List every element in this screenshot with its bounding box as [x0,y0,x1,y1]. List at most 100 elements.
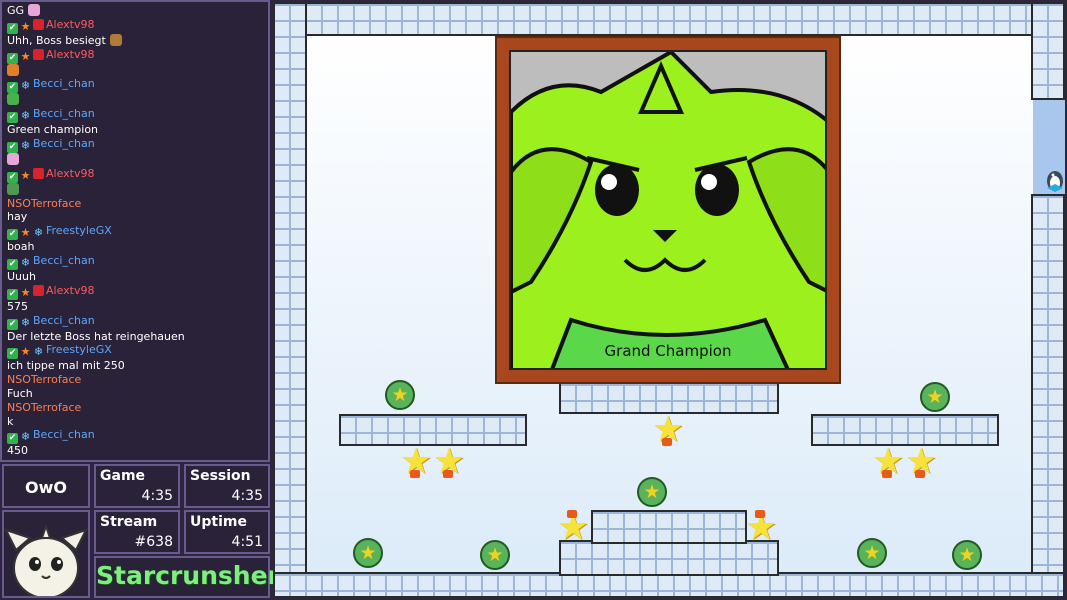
stream-number-label: Stream [100,514,158,530]
chat-emote-line [7,152,263,167]
session-time-panel: Session 4:35 [184,464,270,508]
mascot-avatar [4,522,88,596]
chat-emote-line [7,182,263,197]
game-time-panel: Game 4:35 [94,464,180,508]
chat-emote-icon [109,33,122,46]
owo-panel: OwO [2,464,90,508]
game-title-panel: Starcrunsher [94,556,280,598]
avatar-panel [2,510,90,598]
verified-badge-icon: ✔ [7,318,18,330]
chat-username[interactable]: NSOTerroface [7,401,81,414]
snowflake-badge-icon: ❄ [20,315,31,329]
snowflake-badge-icon: ❄ [20,79,31,93]
chat-message: Fuch [7,387,263,401]
chat-emote-icon [7,63,19,76]
chat-username[interactable]: Becci_chan [33,137,95,150]
chat-username[interactable]: Alextv98 [46,18,95,31]
star-flame [567,510,577,518]
chat-message-text: GG [7,4,25,17]
chat-username[interactable]: Becci_chan [33,428,95,441]
penguin-player-icon [1047,171,1063,192]
session-time-value: 4:35 [231,488,263,504]
uptime-label: Uptime [190,514,247,530]
chat-user-line: ✔★❄FreestyleGX [7,343,263,360]
chat-message-text: ich tippe mal mit 250 [7,359,125,373]
chat-username[interactable]: Becci_chan [33,254,95,267]
chat-username[interactable]: Becci_chan [33,77,95,90]
verified-badge-icon: ✔ [7,348,18,360]
chat-username[interactable]: FreestyleGX [46,224,112,237]
game-time-value: 4:35 [141,488,173,504]
snowflake-badge-icon: ❄ [20,138,31,152]
chat-user-line: NSOTerroface [7,197,263,211]
star-badge-icon: ★ [20,461,31,462]
snowflake-badge-icon: ❄ [20,109,31,123]
chat-message-text: Fuch [7,386,33,400]
chat-user-line: ✔★❄FreestyleGX [7,458,263,462]
chat-username[interactable]: NSOTerroface [7,373,81,386]
chat-user-line: NSOTerroface [7,373,263,387]
gift-badge-icon [33,284,44,296]
verified-badge-icon: ✔ [7,22,18,34]
chat-emote-icon [7,93,19,106]
uptime-panel: Uptime 4:51 [184,510,270,554]
chat-username[interactable]: Becci_chan [33,107,95,120]
chat-message-text: hay [7,210,28,224]
chat-panel: GG ✔ ★ Alextv98 Uhh, Boss besiegt ✔ ★ Alextv98 ✔… [0,0,270,462]
chat-message: 575 [7,300,263,314]
chat-username[interactable]: Alextv98 [46,284,95,297]
chat-user-line: ✔ ★ Alextv98 [7,167,263,183]
chat-username[interactable]: FreestyleGX [46,343,112,356]
right-wall-lower [1031,194,1065,598]
chat-message: ich tippe mal mit 250 [7,359,263,373]
chat-emote-icon [28,4,41,16]
chat-message-text: Der letzte Boss hat reingehauen [7,329,185,343]
snowflake-badge-icon: ❄ [20,430,31,444]
chat-emote-icon [7,182,19,195]
verified-badge-icon: ✔ [7,288,18,300]
chat-user-line: ✔ ❄ Becci_chan [7,107,263,124]
chat-message: Uhh, Boss besiegt [7,33,263,48]
chat-user-line: NSOTerroface [7,401,263,415]
chat-username[interactable]: Alextv98 [46,167,95,180]
snowflake-badge-icon: ❄ [33,461,44,462]
game-viewport: Grand Champion ★ ★ ★ ★ ★ ★ ★ ★ ★ ★ ★ ★ ★… [273,2,1065,598]
verified-badge-icon: ✔ [7,258,18,270]
session-time-label: Session [190,468,251,484]
chat-message-text: boah [7,240,35,254]
chat-message: 450 [7,444,263,458]
chat-username[interactable]: Becci_chan [33,314,95,327]
gift-badge-icon [33,18,44,30]
chat-emote-line [7,63,263,78]
stream-number-panel: Stream #638 [94,510,180,554]
chat-username[interactable]: Alextv98 [46,48,95,61]
chat-message: Der letzte Boss hat reingehauen [7,330,263,344]
chat-emote-icon [7,152,19,165]
verified-badge-icon: ✔ [7,433,18,445]
verified-badge-icon: ✔ [7,112,18,124]
snowflake-badge-icon: ❄ [20,255,31,269]
portrait-caption: Grand Champion [604,342,732,360]
star-flame [410,470,420,478]
center-mound-top [591,510,747,544]
chat-username[interactable]: NSOTerroface [7,197,81,210]
left-wall [273,2,307,598]
chat-username[interactable]: FreestyleGX [46,458,112,460]
chat-emote-line [7,93,263,107]
star-badge-icon: ★ [20,168,31,182]
chat-user-line: ✔ ★ Alextv98 [7,18,263,34]
chat-user-line: ✔ ❄ Becci_chan [7,314,263,330]
champion-creature [511,52,825,368]
chat-user-line: ✔ ❄ Becci_chan [7,77,263,94]
chat-user-line: ✔ ❄ Becci_chan [7,428,263,445]
star-badge-icon: ★ [20,226,31,240]
snowflake-badge-icon: ❄ [33,345,44,359]
star-badge-icon: ★ [20,49,31,63]
game-title: Starcrunsher [96,561,280,590]
star-coin: ★ [857,538,887,568]
chat-message: GG [7,4,263,18]
star-flame [915,470,925,478]
verified-badge-icon: ✔ [7,52,18,64]
chat-message: Green champion [7,123,263,137]
chat-message-text: k [7,414,14,428]
